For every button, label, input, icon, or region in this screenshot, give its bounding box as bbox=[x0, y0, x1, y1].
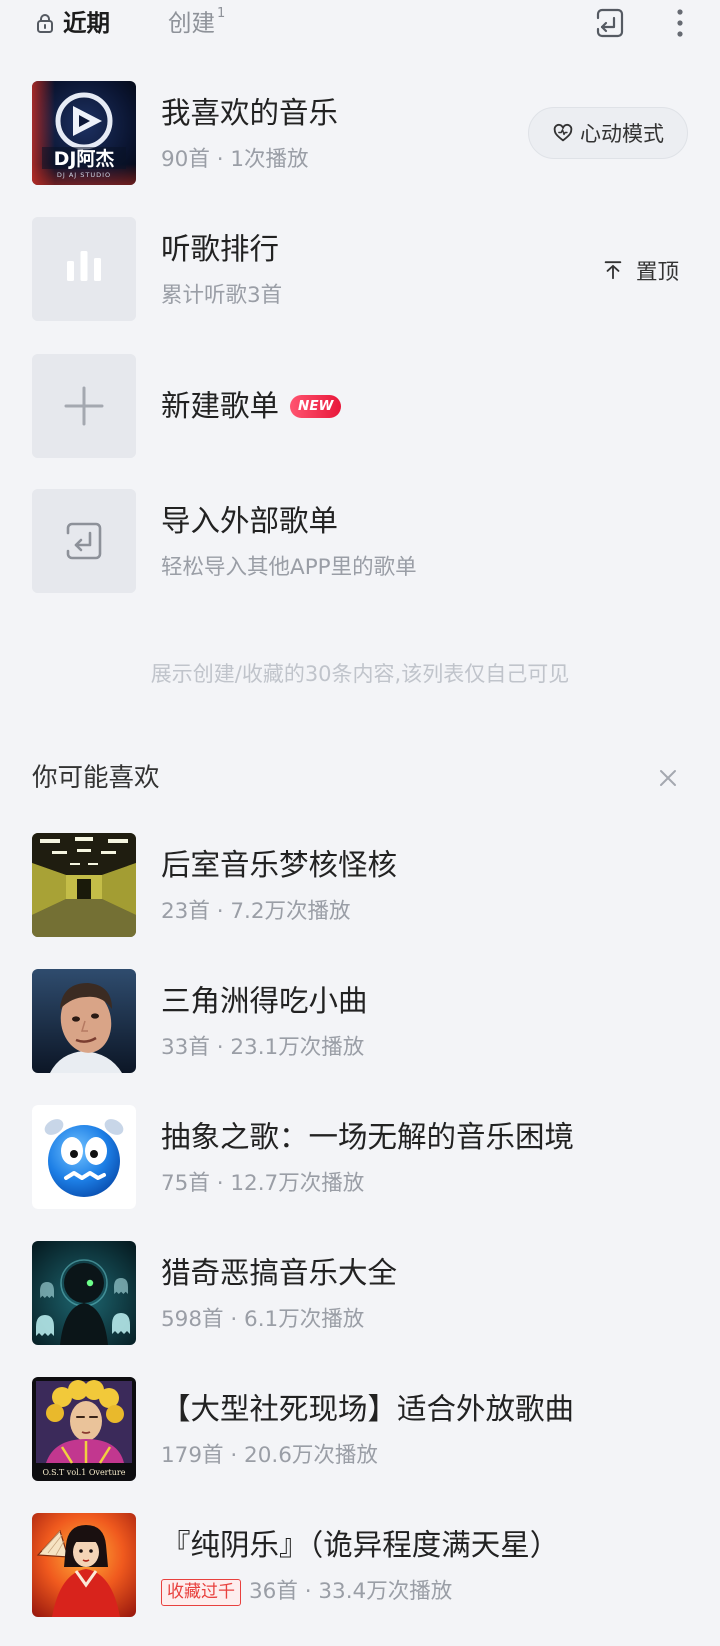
playlist-meta-line: 收藏过千 36首 · 33.4万次播放 bbox=[161, 1577, 452, 1607]
red-character-cover-image bbox=[32, 1513, 136, 1617]
playlist-meta: 598首 · 6.1万次播放 bbox=[161, 1307, 365, 1332]
pin-to-top-button[interactable]: 置顶 bbox=[602, 255, 679, 285]
pin-top-icon bbox=[604, 261, 622, 280]
playlist-row-liked-music[interactable]: DJ阿杰 DJ AJ STUDIO 我喜欢的音乐 90首 · 1次播放 心动模式 bbox=[0, 81, 720, 185]
playlist-row-create-new[interactable]: 新建歌单 NEW bbox=[0, 354, 720, 458]
playlist-row-listening-rank[interactable]: 听歌排行 累计听歌3首 置顶 bbox=[0, 217, 720, 321]
more-vertical-icon bbox=[677, 9, 683, 37]
playlist-cover bbox=[32, 354, 136, 458]
playlist-cover bbox=[32, 489, 136, 593]
privacy-notice: 展示创建/收藏的30条内容,该列表仅自己可见 bbox=[150, 662, 570, 686]
playlist-cover bbox=[32, 1241, 136, 1345]
more-options-button[interactable] bbox=[676, 7, 684, 39]
tab-count-badge: 1 bbox=[217, 6, 226, 21]
collect-badge: 收藏过千 bbox=[161, 1578, 241, 1606]
recommend-row[interactable]: 猎奇恶搞音乐大全 598首 · 6.1万次播放 bbox=[0, 1241, 720, 1345]
svg-text:DJ阿杰: DJ阿杰 bbox=[54, 148, 115, 170]
playlist-meta: 33首 · 23.1万次播放 bbox=[161, 1035, 365, 1060]
top-bar: 近期 创建 1 bbox=[0, 0, 720, 46]
portrait-cover-image bbox=[32, 969, 136, 1073]
playlist-meta: 179首 · 20.6万次播放 bbox=[161, 1443, 378, 1468]
import-playlist-button[interactable] bbox=[592, 6, 626, 40]
import-icon bbox=[32, 489, 136, 593]
playlist-title-text: 新建歌单 bbox=[161, 389, 280, 423]
playlist-title: 猎奇恶搞音乐大全 bbox=[161, 1256, 398, 1290]
tab-recent[interactable]: 近期 bbox=[36, 6, 110, 40]
lock-icon bbox=[37, 14, 53, 33]
recommend-row[interactable]: O.S.T vol.1 Overture 【大型社死现场】适合外放歌曲 179首… bbox=[0, 1377, 720, 1481]
blue-emoji-cover-image bbox=[32, 1105, 136, 1209]
section-title: 你可能喜欢 bbox=[32, 763, 160, 793]
svg-text:O.S.T vol.1 Overture: O.S.T vol.1 Overture bbox=[43, 1468, 126, 1477]
pin-to-top-label: 置顶 bbox=[636, 259, 680, 285]
playlist-title: 『纯阴乐』（诡异程度满天星） bbox=[161, 1528, 560, 1562]
plus-icon bbox=[32, 354, 136, 458]
close-recommend-button[interactable] bbox=[656, 766, 680, 790]
bar-chart-icon bbox=[32, 217, 136, 321]
playlist-cover bbox=[32, 1513, 136, 1617]
playlist-cover: O.S.T vol.1 Overture bbox=[32, 1377, 136, 1481]
playlist-cover: DJ阿杰 DJ AJ STUDIO bbox=[32, 81, 136, 185]
ghost-cover-image bbox=[32, 1241, 136, 1345]
playlist-title: 我喜欢的音乐 bbox=[161, 96, 339, 130]
heart-mode-label: 心动模式 bbox=[580, 122, 664, 146]
playlist-title: 抽象之歌：一场无解的音乐困境 bbox=[161, 1120, 575, 1154]
tab-label: 创建 bbox=[168, 9, 215, 37]
playlist-meta: 36首 · 33.4万次播放 bbox=[249, 1579, 453, 1604]
heart-mode-button[interactable]: 心动模式 bbox=[528, 107, 688, 159]
playlist-title: 导入外部歌单 bbox=[161, 504, 339, 538]
new-badge: NEW bbox=[290, 394, 342, 418]
playlist-title: 后室音乐梦核怪核 bbox=[161, 848, 398, 882]
recommend-row[interactable]: 抽象之歌：一场无解的音乐困境 75首 · 12.7万次播放 bbox=[0, 1105, 720, 1209]
playlist-meta: 23首 · 7.2万次播放 bbox=[161, 899, 351, 924]
playlist-title: 新建歌单 NEW bbox=[161, 388, 342, 424]
recommend-row[interactable]: 『纯阴乐』（诡异程度满天星） 收藏过千 36首 · 33.4万次播放 bbox=[0, 1513, 720, 1617]
playlist-title: 三角洲得吃小曲 bbox=[161, 984, 368, 1018]
recommend-row[interactable]: 后室音乐梦核怪核 23首 · 7.2万次播放 bbox=[0, 833, 720, 937]
dj-logo-cover-image: DJ阿杰 DJ AJ STUDIO bbox=[32, 81, 136, 185]
playlist-title: 听歌排行 bbox=[161, 232, 280, 266]
import-icon bbox=[596, 8, 624, 38]
backrooms-cover-image bbox=[32, 833, 136, 937]
playlist-meta: 轻松导入其他APP里的歌单 bbox=[161, 555, 417, 580]
playlist-cover bbox=[32, 1105, 136, 1209]
anime-character-cover-image: O.S.T vol.1 Overture bbox=[32, 1377, 136, 1481]
playlist-row-import-external[interactable]: 导入外部歌单 轻松导入其他APP里的歌单 bbox=[0, 489, 720, 593]
playlist-cover bbox=[32, 969, 136, 1073]
playlist-cover bbox=[32, 217, 136, 321]
tab-created[interactable]: 创建 1 bbox=[168, 6, 225, 40]
recommend-row[interactable]: 三角洲得吃小曲 33首 · 23.1万次播放 bbox=[0, 969, 720, 1073]
playlist-cover bbox=[32, 833, 136, 937]
playlist-meta: 75首 · 12.7万次播放 bbox=[161, 1171, 365, 1196]
svg-text:DJ AJ STUDIO: DJ AJ STUDIO bbox=[57, 171, 111, 179]
playlist-title: 【大型社死现场】适合外放歌曲 bbox=[161, 1392, 575, 1426]
playlist-meta: 累计听歌3首 bbox=[161, 283, 283, 308]
heart-pulse-icon bbox=[553, 123, 573, 142]
playlist-meta: 90首 · 1次播放 bbox=[161, 147, 309, 172]
tab-label: 近期 bbox=[63, 9, 110, 37]
close-icon bbox=[660, 770, 676, 786]
